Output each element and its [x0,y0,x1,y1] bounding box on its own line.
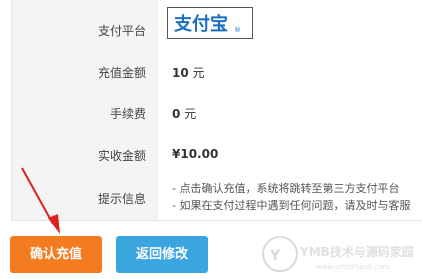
fee-label: 手续费 [109,107,146,121]
fee-unit: 元 [184,107,197,121]
platform-label: 支付平台 [97,24,146,38]
alipay-logo-graphic: 支付宝 ® [173,13,241,35]
notice-text: - 点击确认充值，系统将跳转至第三方支付平台 - 如果在支付过程中遇到任何问题，… [172,180,410,214]
amount-value: 10 元 [172,64,205,81]
registered-mark: ® [234,26,241,34]
alipay-logo-text: 支付宝 [173,13,228,35]
back-edit-button[interactable]: 返回修改 [116,236,208,273]
payment-summary-panel: 支付平台 支付宝 ® 充值金额 10 元 手续费 0 元 实收金额 ¥10.00… [11,0,422,221]
confirm-recharge-button[interactable]: 确认充值 [10,236,102,273]
watermark-graphic: Y YMB技术与源码家园 www.ymb95pub.com [262,236,414,272]
amount-number: 10 [172,66,189,80]
amount-label: 充值金额 [97,66,146,80]
amount-unit: 元 [192,66,205,80]
notice-line: - 点击确认充值，系统将跳转至第三方支付平台 [172,182,400,195]
notice-line: - 如果在支付过程中遇到任何问题，请及时与客服 [172,199,411,212]
site-watermark: Y YMB技术与源码家园 www.ymb95pub.com [258,232,422,276]
alipay-logo: 支付宝 ® [167,7,253,39]
watermark-sub: www.ymb95pub.com [316,263,390,271]
received-label: 实收金额 [97,149,146,163]
fee-value: 0 元 [172,105,196,122]
watermark-main: YMB技术与源码家园 [299,244,414,259]
annotation-arrow-icon [21,167,60,234]
fee-number: 0 [172,107,181,121]
received-value: ¥10.00 [172,147,219,161]
svg-text:Y: Y [269,248,281,264]
